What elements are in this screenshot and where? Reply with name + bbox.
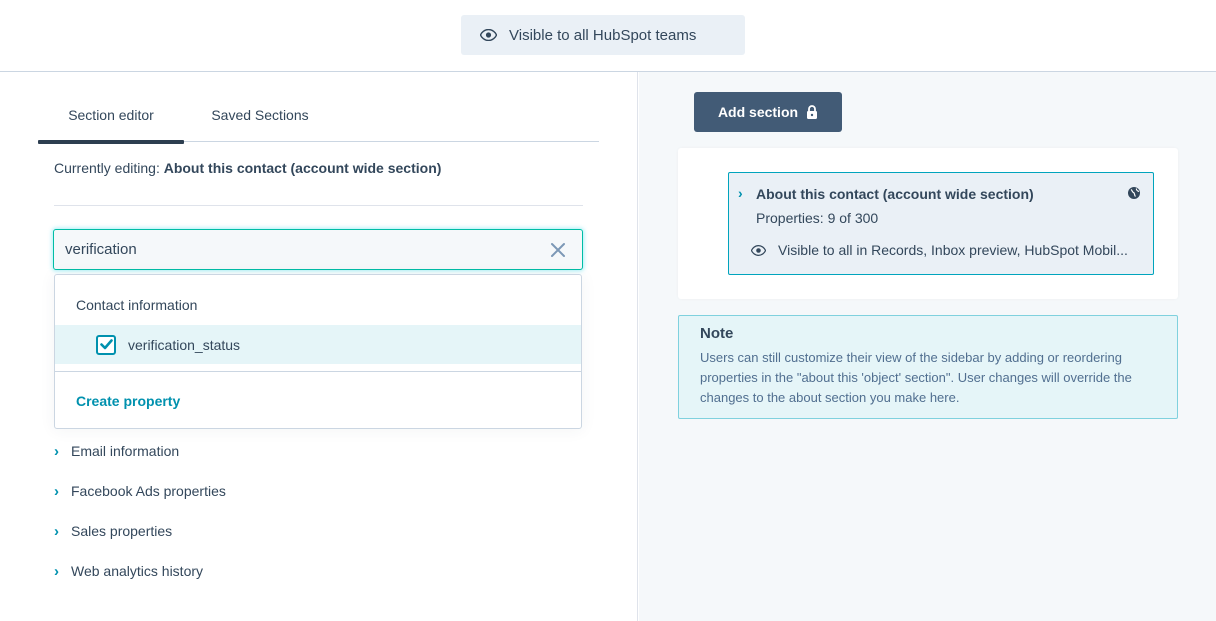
tab-saved-sections[interactable]: Saved Sections	[198, 94, 322, 142]
property-search-input[interactable]	[65, 241, 535, 258]
property-group-web-analytics[interactable]: › Web analytics history	[54, 560, 354, 582]
section-property-count: Properties: 9 of 300	[756, 210, 879, 226]
property-group-label: Facebook Ads properties	[71, 483, 226, 499]
section-preview[interactable]: › About this contact (account wide secti…	[728, 172, 1154, 275]
section-visibility: Visible to all in Records, Inbox preview…	[751, 242, 1146, 258]
divider	[54, 205, 583, 206]
section-title: About this contact (account wide section…	[756, 186, 1034, 202]
chevron-right-icon: ›	[54, 442, 59, 460]
chevron-right-icon: ›	[54, 482, 59, 500]
property-group-facebook-ads[interactable]: › Facebook Ads properties	[54, 480, 354, 502]
option-checkbox[interactable]	[96, 334, 116, 355]
property-search	[53, 229, 583, 270]
note-body: Users can still customize their view of …	[700, 350, 1132, 405]
dropdown-separator	[55, 371, 581, 372]
team-visibility-label: Visible to all HubSpot teams	[509, 26, 697, 44]
add-section-label: Add section	[717, 104, 799, 120]
search-results-dropdown: Contact information verification_status …	[54, 274, 582, 429]
checkmark-icon	[99, 339, 113, 350]
property-group-sales[interactable]: › Sales properties	[54, 520, 354, 542]
property-group-label: Web analytics history	[71, 563, 204, 579]
eye-icon	[751, 244, 766, 256]
property-group-email[interactable]: › Email information	[54, 440, 354, 462]
eye-icon	[480, 29, 497, 41]
property-group-label: Sales properties	[71, 523, 173, 539]
section-visibility-label: Visible to all in Records, Inbox preview…	[778, 242, 1128, 258]
tab-section-editor[interactable]: Section editor	[38, 94, 184, 144]
team-visibility-button[interactable]: Visible to all HubSpot teams	[461, 15, 745, 55]
chevron-right-icon: ›	[54, 562, 59, 580]
result-group-label: Contact information	[76, 297, 198, 313]
create-property-link[interactable]: Create property	[76, 393, 180, 409]
clear-icon[interactable]	[549, 241, 567, 259]
add-section-button[interactable]: Add section	[694, 92, 842, 132]
editor-tabs: Section editor Saved Sections	[38, 94, 599, 144]
lock-icon	[807, 105, 818, 119]
note-callout: Note Users can still customize their vie…	[678, 315, 1178, 419]
chevron-right-icon[interactable]: ›	[738, 185, 743, 201]
note-title: Note	[700, 325, 734, 342]
currently-editing-value: About this contact (account wide section…	[163, 160, 442, 176]
property-group-label: Email information	[71, 443, 180, 459]
preview-panel: Add section › About this contact (accoun…	[639, 72, 1216, 621]
top-bar: Visible to all HubSpot teams	[0, 0, 1216, 72]
globe-icon	[1128, 187, 1140, 199]
section-editor-panel: Section editor Saved Sections Currently …	[0, 72, 638, 621]
section-preview-card: › About this contact (account wide secti…	[678, 148, 1178, 299]
currently-editing-prefix: Currently editing:	[54, 160, 160, 176]
currently-editing: Currently editing: About this contact (a…	[54, 160, 441, 176]
result-option[interactable]: verification_status	[55, 325, 581, 364]
chevron-right-icon: ›	[54, 522, 59, 540]
option-label: verification_status	[128, 336, 241, 353]
